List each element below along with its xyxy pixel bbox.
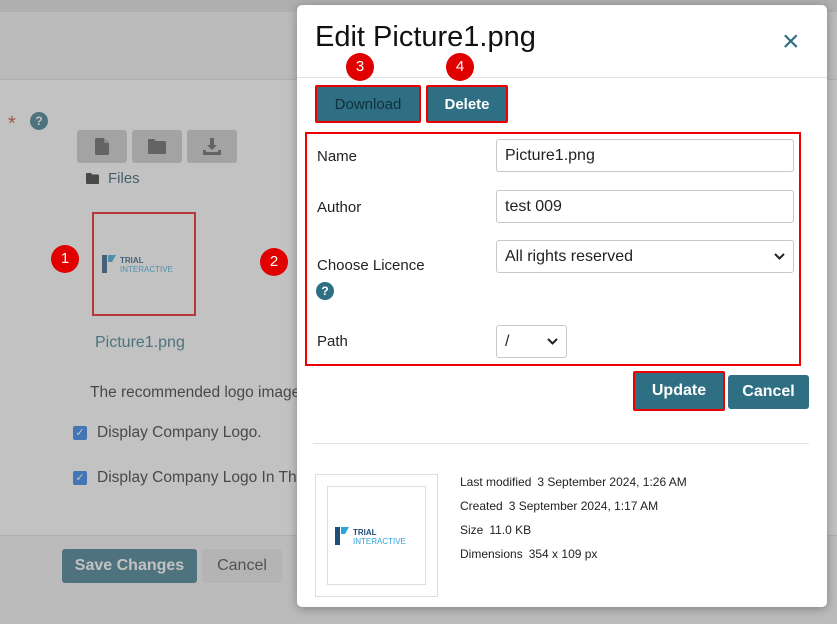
size-label: Size [460,523,484,537]
svg-text:TRIAL: TRIAL [353,528,377,537]
chevron-down-icon [547,338,558,345]
licence-label: Choose Licence [317,257,425,274]
close-icon[interactable]: × [782,27,800,57]
edit-file-dialog: Edit Picture1.png × 3 4 Download Delete … [297,5,827,607]
created-info: Created 3 September 2024, 1:17 AM [460,499,658,513]
download-button[interactable]: Download [315,85,421,123]
last-modified-label: Last modified [460,475,532,489]
chevron-down-icon [774,253,785,260]
help-icon[interactable]: ? [316,282,334,300]
dimensions-label: Dimensions [460,547,523,561]
dimensions-info: Dimensions 354 x 109 px [460,547,597,561]
marker-2: 2 [260,248,288,276]
author-input[interactable]: test 009 [496,190,794,223]
size-value: 11.0 KB [489,523,532,537]
last-modified-value: 3 September 2024, 1:26 AM [537,475,687,489]
update-button[interactable]: Update [633,371,725,411]
file-details-form: Name Picture1.png Author test 009 Choose… [305,132,801,366]
trial-interactive-logo: TRIAL INTERACTIVE [334,526,406,546]
divider [313,443,809,444]
name-label: Name [317,148,358,165]
created-value: 3 September 2024, 1:17 AM [508,499,659,513]
marker-1: 1 [51,245,79,273]
delete-button[interactable]: Delete [426,85,508,123]
image-preview: TRIAL INTERACTIVE [315,474,438,597]
divider [297,77,827,78]
size-info: Size 11.0 KB [460,523,531,537]
dialog-title: Edit Picture1.png [315,21,536,53]
author-label: Author [317,199,362,216]
path-selected: / [505,332,510,350]
licence-selected: All rights reserved [505,247,634,265]
path-select[interactable]: / [496,325,567,358]
created-label: Created [460,499,503,513]
licence-select[interactable]: All rights reserved [496,240,794,273]
dimensions-value: 354 x 109 px [528,547,598,561]
marker-4: 4 [446,53,474,81]
name-input[interactable]: Picture1.png [496,139,794,172]
svg-text:INTERACTIVE: INTERACTIVE [353,537,406,546]
last-modified-info: Last modified 3 September 2024, 1:26 AM [460,475,687,489]
dialog-cancel-button[interactable]: Cancel [728,375,809,409]
marker-3: 3 [346,53,374,81]
path-label: Path [317,333,348,350]
